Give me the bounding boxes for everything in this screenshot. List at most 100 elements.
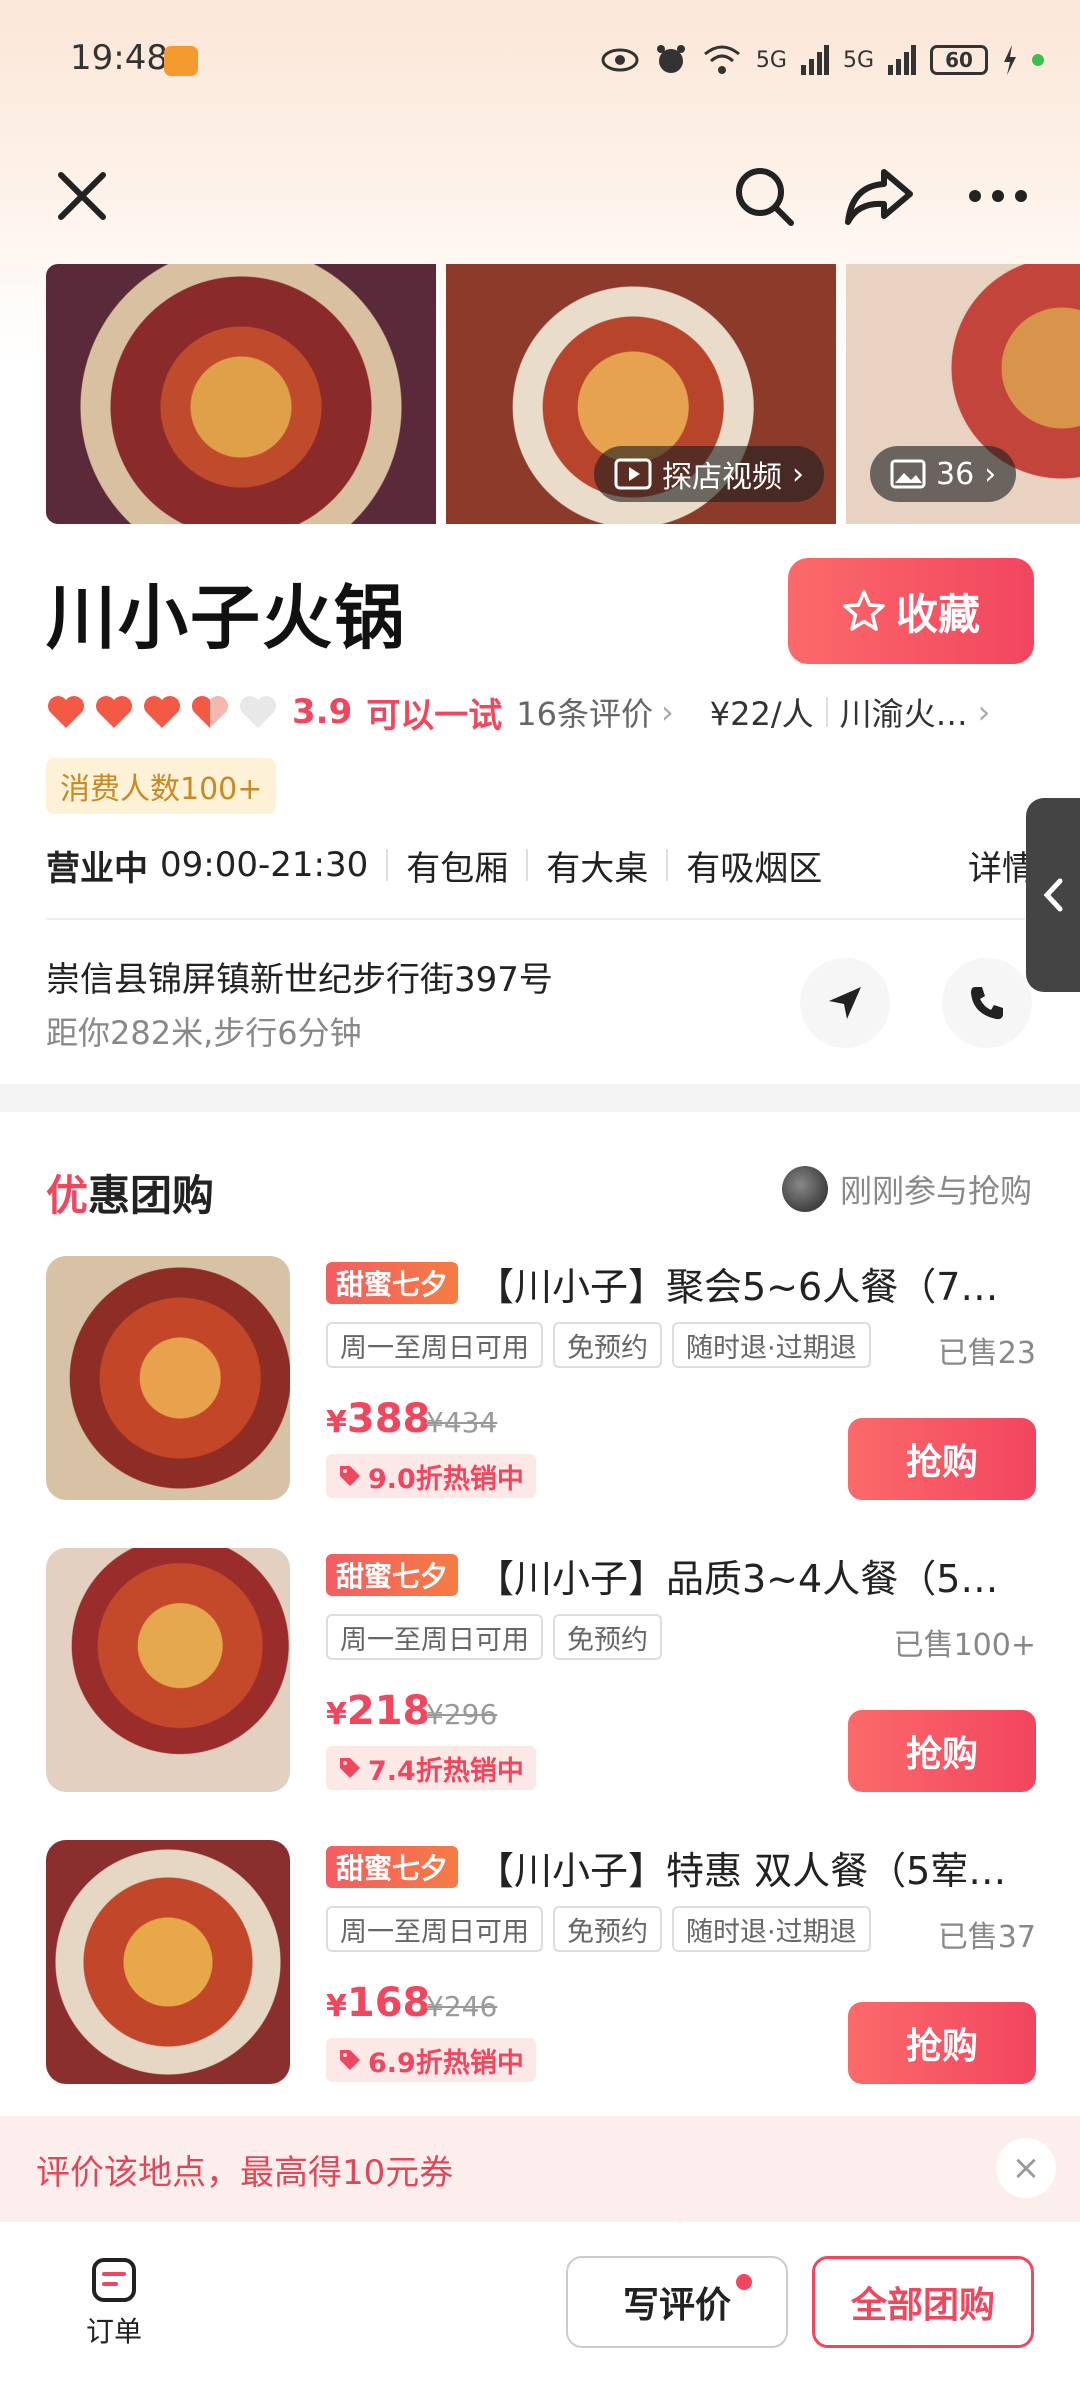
deal-thumbnail[interactable] <box>46 1840 290 2084</box>
heart-partial-icon <box>192 696 228 728</box>
deal-props: 周一至周日可用 免预约 随时退·过期退 <box>326 1322 871 1368</box>
discount-text: 6.9折热销中 <box>368 2047 524 2079</box>
buy-button[interactable]: 抢购 <box>848 2002 1036 2084</box>
signal-5g-icon-2: 5G <box>842 47 874 73</box>
signal-bars-icon-2 <box>888 45 916 75</box>
status-icons: 5G 5G 60 <box>600 40 1044 80</box>
deal-thumbnail[interactable] <box>46 1256 290 1500</box>
gallery-photo-1[interactable] <box>46 264 436 524</box>
chevron-left-icon <box>1043 878 1063 912</box>
discount-text: 7.4折热销中 <box>368 1755 524 1787</box>
deal-price: ¥168 <box>326 1980 430 2026</box>
deal-thumbnail[interactable] <box>46 1548 290 1792</box>
deal-prop: 免预约 <box>553 1614 662 1660</box>
navigation-icon <box>829 987 861 1019</box>
discount-badge: 9.0折热销中 <box>326 1454 536 1498</box>
price-value: 388 <box>346 1396 431 1442</box>
deal-name[interactable]: 【川小子】聚会5~6人餐（7… <box>476 1256 1036 1311</box>
discount-badge: 6.9折热销中 <box>326 2038 536 2082</box>
wifi-icon <box>703 45 740 74</box>
currency-symbol: ¥ <box>326 1697 347 1732</box>
play-video-icon <box>614 458 652 490</box>
deals-section-title: 优惠团购 <box>46 1162 214 1223</box>
charging-icon <box>1004 45 1016 75</box>
call-button[interactable] <box>942 958 1032 1048</box>
heart-full-icon <box>96 696 132 728</box>
sold-count: 已售23 <box>937 1336 1036 1371</box>
deal-item[interactable]: 甜蜜七夕 【川小子】特惠 双人餐（5荤… 周一至周日可用 免预约 随时退·过期退… <box>46 1840 1036 2090</box>
video-chip[interactable]: 探店视频 › <box>594 446 824 502</box>
signal-bars-icon <box>800 45 829 75</box>
title-rest: 惠团购 <box>88 1171 215 1220</box>
close-icon[interactable] <box>42 156 122 236</box>
avg-price: ¥22/人 <box>709 695 814 733</box>
navigate-button[interactable] <box>800 958 890 1048</box>
notification-dot <box>736 2274 752 2290</box>
heart-full-icon <box>48 696 84 728</box>
photo-gallery[interactable]: 探店视频 › 36 › <box>46 264 1080 524</box>
original-price: ¥434 <box>426 1406 498 1439</box>
write-review-label: 写评价 <box>622 2285 731 2326</box>
side-panel-handle[interactable] <box>1026 798 1080 992</box>
review-banner-text: 评价该地点，最高得10元券 <box>36 2152 454 2193</box>
rating-score: 3.9 <box>292 692 353 732</box>
sold-count: 已售100+ <box>893 1628 1036 1663</box>
deal-prop: 周一至周日可用 <box>326 1322 543 1368</box>
deal-props: 周一至周日可用 免预约 随时退·过期退 <box>326 1906 871 1952</box>
original-price: ¥296 <box>426 1698 498 1731</box>
promo-tag: 甜蜜七夕 <box>326 1262 459 1304</box>
battery-icon: 60 <box>930 45 988 75</box>
deal-name[interactable]: 【川小子】品质3~4人餐（5… <box>476 1548 1036 1603</box>
feature-smoking-area: 有吸烟区 <box>686 848 823 889</box>
chevron-right-icon: › <box>984 456 997 492</box>
discount-badge: 7.4折热销中 <box>326 1746 536 1790</box>
status-dot <box>1032 54 1044 66</box>
deal-prop: 周一至周日可用 <box>326 1614 543 1660</box>
original-price: ¥246 <box>426 1990 498 2023</box>
signal-5g-icon: 5G <box>755 47 787 73</box>
review-count[interactable]: 16条评价 <box>516 689 653 735</box>
currency-symbol: ¥ <box>326 1989 347 2024</box>
close-banner-icon[interactable]: × <box>996 2138 1056 2198</box>
order-label: 订单 <box>85 2315 142 2348</box>
rating-row[interactable]: 3.9 可以一试 16条评价 › ¥22/人 川渝火… › <box>46 686 1046 738</box>
price-value: 168 <box>346 1980 431 2026</box>
order-button[interactable]: 订单 <box>76 2256 152 2350</box>
photo-count-chip[interactable]: 36 › <box>870 446 1017 502</box>
search-icon[interactable] <box>724 156 804 236</box>
buy-button[interactable]: 抢购 <box>848 1418 1036 1500</box>
feature-private-room: 有包厢 <box>406 848 509 889</box>
deal-prop: 免预约 <box>553 1322 662 1368</box>
heart-empty-icon <box>240 696 276 728</box>
section-gap <box>0 1084 1080 1112</box>
write-review-button[interactable]: 写评价 <box>566 2256 788 2348</box>
more-icon[interactable] <box>958 156 1038 236</box>
favorite-button[interactable]: 收藏 <box>788 558 1034 664</box>
all-deals-button[interactable]: 全部团购 <box>812 2256 1034 2348</box>
divider <box>386 849 389 881</box>
star-icon <box>843 590 885 631</box>
avatar <box>781 1166 828 1212</box>
photo-count: 36 <box>936 456 975 492</box>
feature-big-table: 有大桌 <box>546 848 649 889</box>
alarm-icon <box>656 45 685 73</box>
rating-text: 可以一试 <box>366 695 503 736</box>
deal-item[interactable]: 甜蜜七夕 【川小子】聚会5~6人餐（7… 周一至周日可用 免预约 随时退·过期退… <box>46 1256 1036 1506</box>
recent-purchase: 刚刚参与抢购 <box>781 1166 1032 1212</box>
eye-icon <box>601 48 639 72</box>
recent-text: 刚刚参与抢购 <box>839 1172 1032 1210</box>
deal-name[interactable]: 【川小子】特惠 双人餐（5荤… <box>476 1840 1036 1895</box>
share-icon[interactable] <box>840 156 920 236</box>
hours-row[interactable]: 营业中 09:00-21:30 有包厢 有大桌 有吸烟区 详情 <box>46 838 1036 892</box>
buy-button[interactable]: 抢购 <box>848 1710 1036 1792</box>
status-bar: 19:48 5G 5G 60 <box>0 0 1080 120</box>
shop-address[interactable]: 崇信县锦屏镇新世纪步行街397号 <box>46 952 553 1001</box>
price-value: 218 <box>346 1688 431 1734</box>
video-label: 探店视频 <box>662 460 782 495</box>
category[interactable]: 川渝火… <box>840 689 968 735</box>
divider <box>825 697 828 727</box>
chevron-right-icon: › <box>977 693 991 731</box>
review-banner[interactable]: 评价该地点，最高得10元券 <box>0 2116 1080 2222</box>
tag-icon <box>340 1758 360 1778</box>
deal-item[interactable]: 甜蜜七夕 【川小子】品质3~4人餐（5… 周一至周日可用 免预约 已售100+ … <box>46 1548 1036 1798</box>
